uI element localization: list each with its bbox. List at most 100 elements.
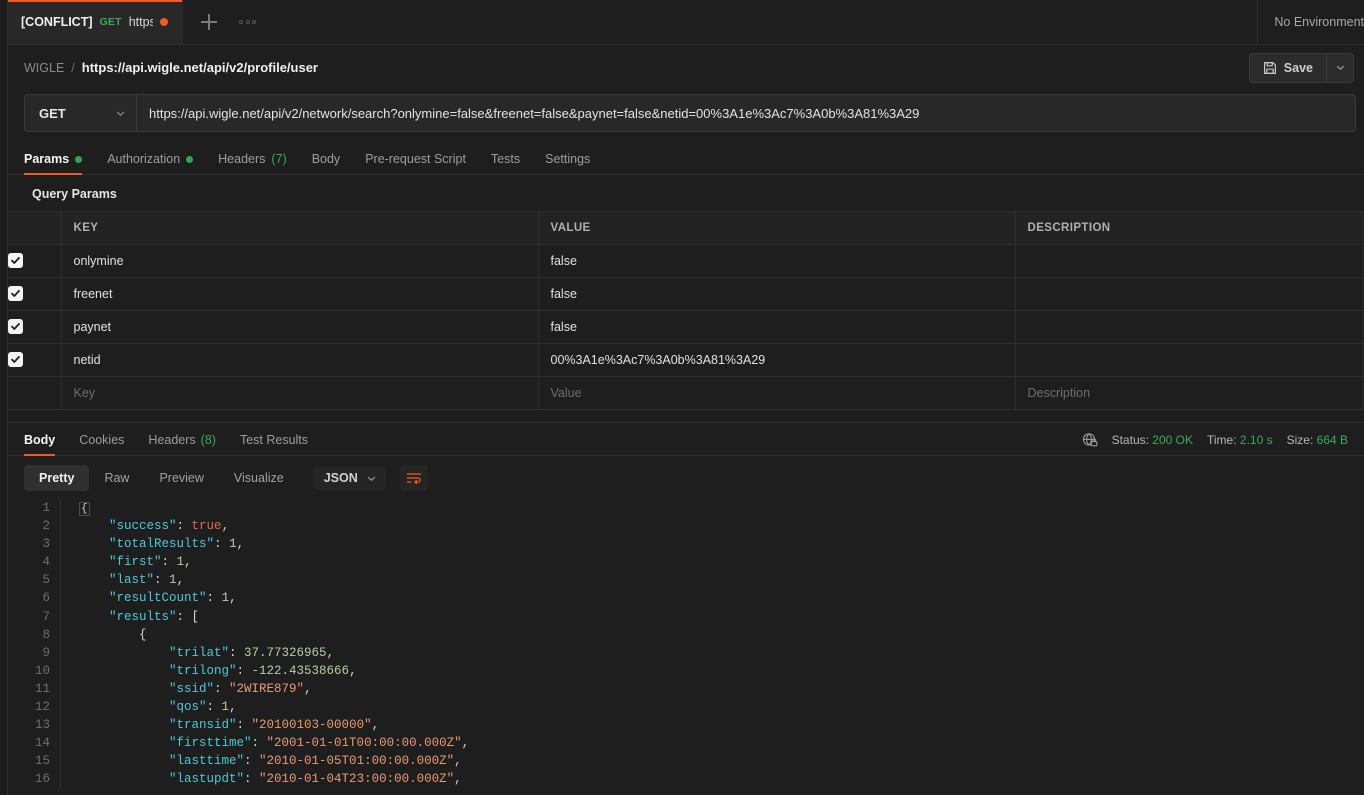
tab-body[interactable]: Body xyxy=(312,152,354,174)
empty-row-description-cell[interactable]: Description xyxy=(1015,376,1364,410)
breadcrumb-collection[interactable]: WIGLE xyxy=(24,61,64,75)
line-number: 5 xyxy=(42,573,50,588)
check-icon[interactable] xyxy=(8,286,23,302)
tab-tests[interactable]: Tests xyxy=(491,152,533,174)
code-token: "firsttime" xyxy=(169,736,252,751)
response-format-select[interactable]: JSON xyxy=(312,466,386,490)
row-description-cell[interactable] xyxy=(1015,244,1364,278)
code-token: , xyxy=(461,736,470,751)
response-tab-test-results-label: Test Results xyxy=(239,433,309,447)
empty-row-key-cell[interactable]: Key xyxy=(61,376,539,410)
response-body-code[interactable]: 1{2 "success": true, 3 "totalResults": 1,… xyxy=(8,499,1364,795)
row-value-cell[interactable]: false xyxy=(538,310,1016,344)
code-token: "2001-01-01T00:00:00.000Z" xyxy=(266,736,462,751)
environment-selector[interactable]: No Environment xyxy=(1257,0,1364,44)
row-value-cell[interactable]: false xyxy=(538,277,1016,311)
code-token: "first" xyxy=(109,555,162,570)
http-method-select[interactable]: GET xyxy=(24,94,136,132)
line-number: 1 xyxy=(42,501,50,515)
response-tab-body-label: Body xyxy=(24,433,56,447)
table-row: freenet false xyxy=(8,277,1364,311)
url-input[interactable]: https://api.wigle.net/api/v2/network/sea… xyxy=(136,94,1356,132)
code-line: 2 "success": true, xyxy=(8,517,1364,536)
response-tab-test-results[interactable]: Test Results xyxy=(240,433,308,455)
save-icon xyxy=(1263,61,1277,75)
code-line: 16 "lastupdt": "2010-01-04T23:00:00.000Z… xyxy=(8,770,1364,789)
code-text: "results": [ xyxy=(60,607,1364,626)
table-row: netid 00%3A1e%3Ac7%3A0b%3A81%3A29 xyxy=(8,343,1364,377)
code-line: 14 "firsttime": "2001-01-01T00:00:00.000… xyxy=(8,734,1364,753)
check-icon[interactable] xyxy=(8,319,23,335)
secure-globe-icon[interactable] xyxy=(1082,432,1098,448)
tab-authorization[interactable]: Authorization xyxy=(107,152,206,174)
row-key-cell[interactable]: onlymine xyxy=(61,244,539,278)
row-description-cell[interactable] xyxy=(1015,343,1364,377)
request-tab-conflict[interactable]: [CONFLICT] GET https:... xyxy=(8,0,183,44)
tab-params-label: Params xyxy=(24,152,70,166)
check-icon[interactable] xyxy=(8,352,23,368)
tab-pre-request-script[interactable]: Pre-request Script xyxy=(365,152,479,174)
code-fold-toggle[interactable]: { xyxy=(79,502,90,516)
code-token: "2010-01-05T01:00:00.000Z" xyxy=(259,754,455,769)
response-tab-body[interactable]: Body xyxy=(24,433,56,456)
row-value-cell[interactable]: 00%3A1e%3Ac7%3A0b%3A81%3A29 xyxy=(538,343,1016,377)
tab-overflow-menu-icon[interactable] xyxy=(235,16,260,28)
tab-settings[interactable]: Settings xyxy=(545,152,603,174)
code-text: "lastupdt": "2010-01-04T23:00:00.000Z", xyxy=(60,770,1364,789)
code-text: "transid": "20100103-00000", xyxy=(60,716,1364,735)
code-line: 7 "results": [ xyxy=(8,607,1364,626)
row-checkbox-cell xyxy=(8,310,62,344)
time-value: 2.10 s xyxy=(1239,433,1273,447)
save-button[interactable]: Save xyxy=(1248,52,1326,83)
row-key-cell[interactable]: freenet xyxy=(61,277,539,311)
code-line: 4 "first": 1, xyxy=(8,553,1364,572)
postman-window: [CONFLICT] GET https:... No Environment … xyxy=(0,0,1364,795)
code-token: : xyxy=(244,754,260,769)
view-mode-raw[interactable]: Raw xyxy=(89,465,144,491)
code-token: : xyxy=(229,645,245,660)
view-mode-preview[interactable]: Preview xyxy=(144,465,218,491)
row-description-cell[interactable] xyxy=(1015,310,1364,344)
code-text: { xyxy=(60,499,1364,518)
response-tab-cookies[interactable]: Cookies xyxy=(79,433,124,455)
save-options-button[interactable] xyxy=(1326,52,1354,83)
row-value-cell[interactable]: false xyxy=(538,244,1016,278)
size-value: 664 B xyxy=(1316,433,1348,447)
tab-authorization-label: Authorization xyxy=(107,152,181,166)
response-tab-headers[interactable]: Headers (8) xyxy=(148,433,216,455)
table-row-empty: Key Value Description xyxy=(8,376,1364,410)
code-token: 37.77326965 xyxy=(244,645,327,660)
code-text: "qos": 1, xyxy=(60,698,1364,717)
wrap-lines-button[interactable] xyxy=(399,465,428,491)
check-icon[interactable] xyxy=(8,253,23,269)
code-token: : xyxy=(236,663,252,678)
code-token: -122.43538666 xyxy=(251,663,350,678)
size-label: Size: xyxy=(1286,433,1314,447)
row-key-cell[interactable]: netid xyxy=(61,343,539,377)
code-token: , xyxy=(176,573,185,588)
breadcrumb-separator: / xyxy=(71,60,75,75)
view-mode-visualize[interactable]: Visualize xyxy=(219,465,299,491)
code-line: 13 "transid": "20100103-00000", xyxy=(8,716,1364,735)
url-input-value: https://api.wigle.net/api/v2/network/sea… xyxy=(149,105,920,121)
code-line: 1{ xyxy=(8,499,1364,518)
new-tab-icon[interactable] xyxy=(201,14,217,30)
tab-params[interactable]: Params xyxy=(24,152,95,175)
code-token: "success" xyxy=(109,519,177,534)
view-mode-pretty[interactable]: Pretty xyxy=(24,465,90,491)
row-description-cell[interactable] xyxy=(1015,277,1364,311)
left-sidebar-rail xyxy=(0,0,8,795)
row-key-cell[interactable]: paynet xyxy=(61,310,539,344)
empty-row-value-cell[interactable]: Value xyxy=(538,376,1016,410)
code-token: "2010-01-04T23:00:00.000Z" xyxy=(259,772,455,787)
wrap-text-icon xyxy=(406,471,422,485)
response-tab-headers-count: (8) xyxy=(200,433,216,447)
code-token: , xyxy=(236,537,245,552)
code-text: "totalResults": 1, xyxy=(60,535,1364,554)
code-text: "firsttime": "2001-01-01T00:00:00.000Z", xyxy=(60,734,1364,753)
code-token: 1 xyxy=(176,555,185,570)
line-number: 15 xyxy=(34,754,50,769)
code-line: 3 "totalResults": 1, xyxy=(8,535,1364,554)
code-text: "trilat": 37.77326965, xyxy=(60,643,1364,662)
tab-headers[interactable]: Headers (7) xyxy=(218,152,300,174)
